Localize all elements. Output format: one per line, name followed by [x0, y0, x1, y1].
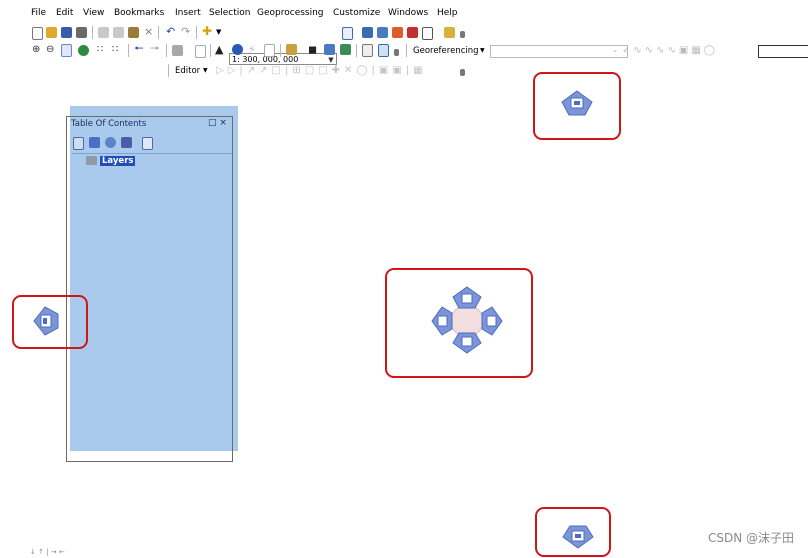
list-by-drawing-order-icon[interactable]	[73, 137, 84, 150]
arctoolbox-icon[interactable]	[407, 27, 418, 38]
list-by-visibility-icon[interactable]	[105, 137, 116, 148]
select-elements-icon[interactable]: ▲	[215, 44, 226, 55]
find-route-icon[interactable]	[324, 44, 335, 55]
highlight-box-bottom	[535, 507, 611, 557]
status-bar: ↓ ↑ | → ←	[30, 548, 65, 556]
toc-window-controls[interactable]: □ ×	[208, 118, 227, 128]
fixed-zoom-in-icon[interactable]: ∷	[97, 45, 108, 56]
menu-geoprocessing[interactable]: Geoprocessing	[257, 8, 324, 18]
watermark: CSDN @沫子田	[707, 531, 794, 545]
model-builder-icon[interactable]	[444, 27, 455, 38]
open-folder-icon[interactable]	[46, 27, 57, 38]
fixed-zoom-out-icon[interactable]: ∷	[112, 45, 123, 56]
chevron-down-icon[interactable]: ▼	[203, 67, 208, 74]
chevron-down-icon[interactable]: ⌄	[612, 46, 618, 54]
find-icon[interactable]: ◼	[308, 44, 319, 55]
list-by-selection-icon[interactable]	[121, 137, 132, 148]
menu-customize[interactable]: Customize	[333, 8, 380, 18]
select-features-icon[interactable]	[172, 45, 183, 56]
toolbar-separator	[168, 64, 169, 77]
redo-icon[interactable]: ↷	[181, 26, 192, 37]
layers-item[interactable]: Layers	[100, 156, 136, 166]
python-window-icon[interactable]	[422, 27, 433, 40]
toolbar-separator	[196, 26, 197, 39]
full-extent-icon[interactable]	[78, 45, 89, 56]
time-slider-icon[interactable]	[362, 44, 373, 57]
toolbar-options-icon[interactable]	[460, 31, 465, 38]
toolbar-separator	[92, 26, 93, 39]
menu-selection[interactable]: Selection	[209, 8, 250, 18]
toolbar-separator	[166, 44, 167, 57]
zoom-out-icon[interactable]: ⊖	[46, 45, 57, 56]
georeferencing-layer-select[interactable]	[490, 45, 628, 58]
toc-options-icon[interactable]	[142, 137, 153, 150]
editor-toolbar: Editor ▼ ▷▷|↗↗□|⊞□□✚✕◯|▣▣|▦	[0, 62, 808, 80]
standard-toolbar: × ↶ ↷ ✚ ▼ 1: 300, 000, 000 ▼	[0, 25, 808, 65]
menu-edit[interactable]: Edit	[56, 8, 73, 18]
paste-icon[interactable]	[128, 27, 139, 38]
search-window-icon[interactable]	[392, 27, 403, 38]
identify-icon[interactable]	[232, 44, 243, 55]
menu-help[interactable]: Help	[437, 8, 458, 18]
highlight-box-left	[12, 295, 88, 349]
georeferencing-tools[interactable]: ✓∿∿∿∿▣▦◯	[622, 45, 718, 56]
clear-selection-icon[interactable]	[195, 45, 206, 58]
menu-bookmarks[interactable]: Bookmarks	[114, 8, 164, 18]
add-data-dropdown-icon[interactable]: ▼	[216, 28, 227, 39]
save-icon[interactable]	[61, 27, 72, 38]
toolbar-options-icon[interactable]	[460, 69, 465, 76]
pan-icon[interactable]	[61, 44, 72, 57]
highlight-box-center	[385, 268, 533, 378]
print-icon[interactable]	[76, 27, 87, 38]
chevron-down-icon[interactable]: ▼	[480, 47, 485, 54]
toolbar-separator	[280, 44, 281, 57]
editor-tools[interactable]: ▷▷|↗↗□|⊞□□✚✕◯|▣▣|▦	[216, 65, 427, 76]
toc-toolbar	[72, 135, 232, 151]
menu-view[interactable]: View	[83, 8, 104, 18]
undo-icon[interactable]: ↶	[166, 26, 177, 37]
cut-icon[interactable]	[98, 27, 109, 38]
georeferencing-input[interactable]	[758, 45, 808, 58]
measure-icon[interactable]	[286, 44, 297, 55]
toolbar-separator	[128, 44, 129, 57]
back-extent-icon[interactable]: 🠔	[134, 43, 145, 55]
tools-toolbar: ⊕ ⊖ ∷ ∷ 🠔 🠖 ▲ ⚡ ◼ Georeferencing ▼ ⌄ ✓∿∿…	[0, 43, 808, 61]
list-by-source-icon[interactable]	[89, 137, 100, 148]
highlight-box-top	[533, 72, 621, 140]
toolbar-separator	[406, 44, 407, 57]
add-data-icon[interactable]: ✚	[202, 25, 213, 37]
toc-title: Table Of Contents	[71, 119, 147, 129]
zoom-in-icon[interactable]: ⊕	[32, 45, 43, 56]
forward-extent-icon[interactable]: 🠖	[150, 43, 161, 55]
catalog-icon[interactable]	[377, 27, 388, 38]
toolbar-options-icon[interactable]	[394, 49, 399, 56]
toolbar-separator	[356, 44, 357, 57]
toolbar-separator	[210, 44, 211, 57]
menu-windows[interactable]: Windows	[388, 8, 428, 18]
menu-bar: File Edit View Bookmarks Insert Selectio…	[0, 0, 808, 24]
layers-icon	[86, 156, 97, 165]
delete-icon[interactable]: ×	[144, 26, 155, 38]
menu-insert[interactable]: Insert	[175, 8, 201, 18]
toolbar-separator	[158, 26, 159, 39]
menu-file[interactable]: File	[31, 8, 46, 18]
georeferencing-menu[interactable]: Georeferencing	[413, 46, 479, 56]
editor-menu[interactable]: Editor	[175, 66, 200, 76]
copy-icon[interactable]	[113, 27, 124, 38]
create-viewer-icon[interactable]	[378, 44, 389, 57]
new-document-icon[interactable]	[32, 27, 43, 40]
table-of-contents-icon[interactable]	[362, 27, 373, 38]
editor-toolbar-icon[interactable]	[342, 27, 353, 40]
toc-content	[72, 153, 232, 451]
go-to-xy-icon[interactable]	[340, 44, 351, 55]
html-popup-icon[interactable]	[264, 44, 275, 57]
hyperlink-icon[interactable]: ⚡	[248, 44, 259, 55]
